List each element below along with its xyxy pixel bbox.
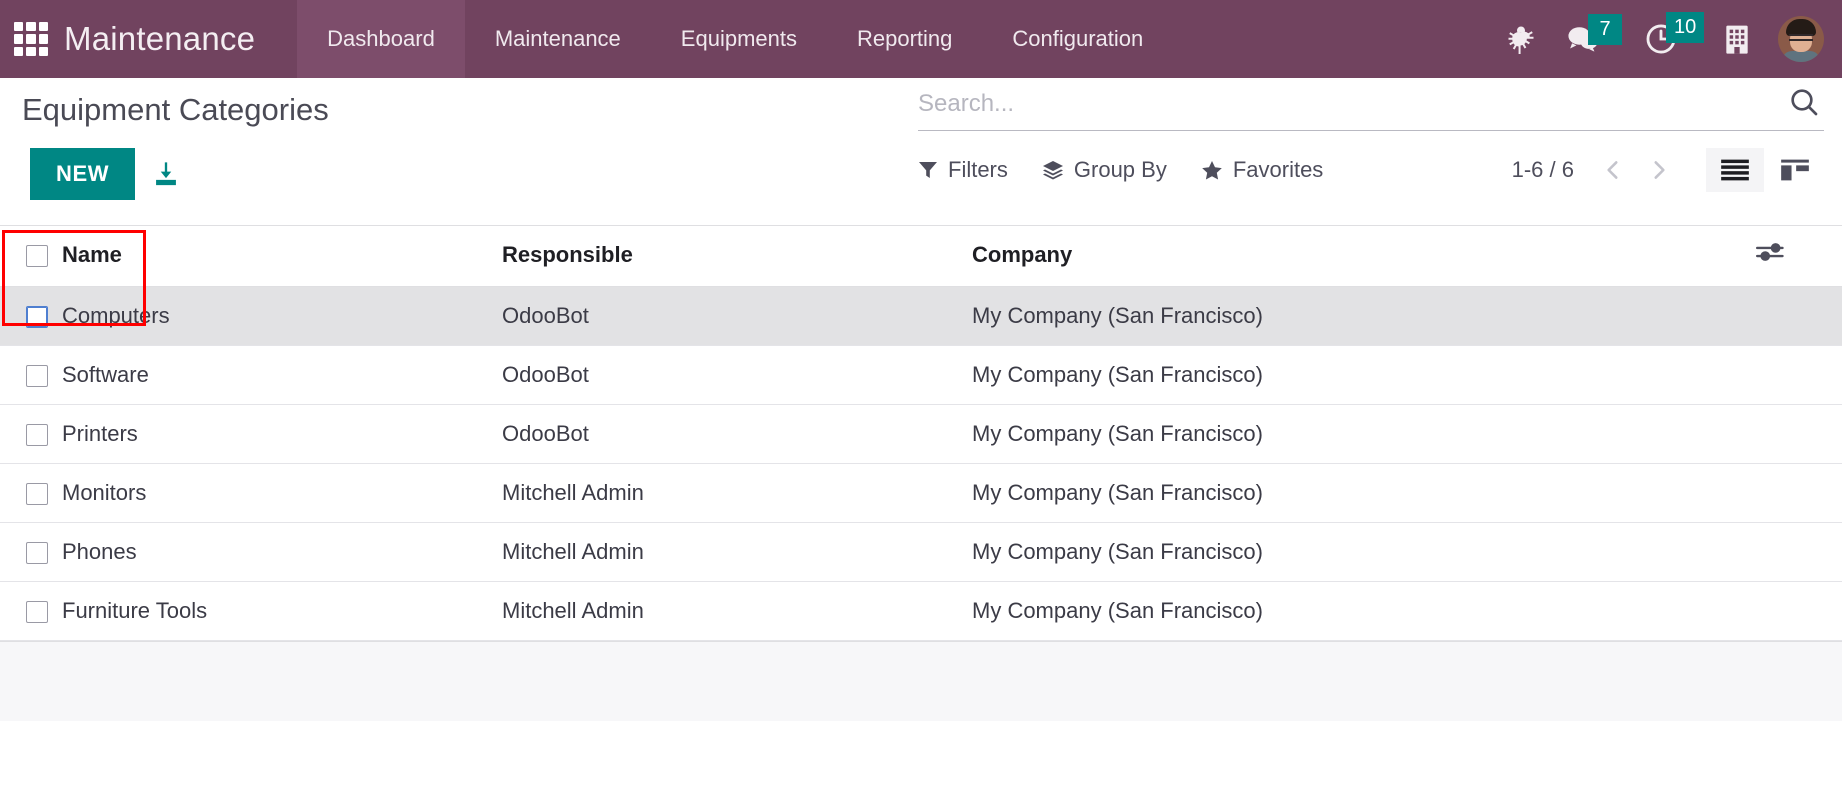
table-header: Name Responsible Company xyxy=(0,226,1842,287)
cell-spacer xyxy=(1756,286,1842,346)
cell-spacer xyxy=(1756,404,1842,464)
cell-company: My Company (San Francisco) xyxy=(972,463,1756,523)
table-header-row: Name Responsible Company xyxy=(0,226,1842,287)
search-bar[interactable] xyxy=(918,82,1824,131)
search-input[interactable] xyxy=(918,82,1784,122)
cell-spacer xyxy=(1756,463,1842,523)
nav-item-dashboard[interactable]: Dashboard xyxy=(297,0,465,78)
app-brand-title[interactable]: Maintenance xyxy=(64,20,255,58)
pager-next-button[interactable] xyxy=(1638,153,1680,187)
cell-name: Phones xyxy=(62,522,502,582)
row-checkbox-cell xyxy=(0,404,62,464)
navbar-systray: 7 10 xyxy=(1506,12,1842,62)
cell-responsible: OdooBot xyxy=(502,345,972,405)
row-checkbox-cell xyxy=(0,345,62,405)
table-footer xyxy=(0,641,1842,721)
apps-grid-icon[interactable] xyxy=(14,22,48,56)
cell-company: My Company (San Francisco) xyxy=(972,404,1756,464)
view-switcher xyxy=(1706,148,1824,192)
group-by-button[interactable]: Group By xyxy=(1042,157,1167,183)
filters-button[interactable]: Filters xyxy=(918,157,1008,183)
pager-text: 1-6 / 6 xyxy=(1511,157,1574,182)
pager-previous-button[interactable] xyxy=(1592,153,1634,187)
row-checkbox-cell xyxy=(0,581,62,641)
column-header-company[interactable]: Company xyxy=(972,226,1756,287)
table-row[interactable]: Printers OdooBot My Company (San Francis… xyxy=(0,404,1842,464)
company-building-icon[interactable] xyxy=(1722,23,1752,55)
group-by-label: Group By xyxy=(1073,157,1167,182)
filter-funnel-icon xyxy=(918,160,938,180)
main-menu: Dashboard Maintenance Equipments Reporti… xyxy=(297,0,1173,78)
control-panel-actions: NEW xyxy=(30,148,181,200)
control-panel: Equipment Categories NEW Search... Filte… xyxy=(0,78,1842,326)
messages-icon[interactable]: 7 xyxy=(1566,14,1622,54)
select-all-checkbox[interactable] xyxy=(26,245,48,268)
pager: 1-6 / 6 xyxy=(1512,148,1824,192)
favorites-button[interactable]: Favorites xyxy=(1201,157,1323,183)
activities-badge: 10 xyxy=(1666,12,1705,43)
activities-clock-icon[interactable]: 10 xyxy=(1644,12,1705,56)
row-checkbox-cell xyxy=(0,522,62,582)
optional-columns-header xyxy=(1756,226,1842,287)
page-title: Equipment Categories xyxy=(22,92,329,127)
search-area xyxy=(918,82,1824,131)
list-view-button[interactable] xyxy=(1706,148,1764,192)
cell-name: Furniture Tools xyxy=(62,581,502,641)
table-row[interactable]: Furniture Tools Mitchell Admin My Compan… xyxy=(0,581,1842,641)
import-download-icon[interactable] xyxy=(151,160,181,188)
favorites-label: Favorites xyxy=(1232,157,1324,182)
row-checkbox[interactable] xyxy=(26,306,48,329)
select-all-header xyxy=(0,226,62,287)
search-toolbar: Filters Group By Favorites 1-6 / 6 xyxy=(918,140,1824,200)
cell-name: Software xyxy=(62,345,502,405)
table-body: Computers OdooBot My Company (San Franci… xyxy=(0,286,1842,641)
equipment-categories-list: Name Responsible Company Computers OdooB… xyxy=(0,226,1842,721)
cell-spacer xyxy=(1756,345,1842,405)
cell-responsible: Mitchell Admin xyxy=(502,522,972,582)
list-table: Name Responsible Company Computers OdooB… xyxy=(0,226,1842,641)
table-row[interactable]: Phones Mitchell Admin My Company (San Fr… xyxy=(0,522,1842,582)
cell-name: Printers xyxy=(62,404,502,464)
cell-responsible: Mitchell Admin xyxy=(502,463,972,523)
table-row[interactable]: Software OdooBot My Company (San Francis… xyxy=(0,345,1842,405)
cell-company: My Company (San Francisco) xyxy=(972,581,1756,641)
kanban-view-button[interactable] xyxy=(1766,148,1824,192)
cell-company: My Company (San Francisco) xyxy=(972,345,1756,405)
row-checkbox-cell xyxy=(0,286,62,346)
sliders-icon[interactable] xyxy=(1756,240,1786,264)
cell-responsible: OdooBot xyxy=(502,286,972,346)
cell-responsible: OdooBot xyxy=(502,404,972,464)
cell-company: My Company (San Francisco) xyxy=(972,522,1756,582)
star-icon xyxy=(1201,160,1223,181)
row-checkbox[interactable] xyxy=(26,542,48,565)
messages-badge: 7 xyxy=(1588,14,1622,45)
nav-item-configuration[interactable]: Configuration xyxy=(982,0,1173,78)
new-button[interactable]: NEW xyxy=(30,148,136,200)
nav-item-maintenance[interactable]: Maintenance xyxy=(465,0,651,78)
cell-company: My Company (San Francisco) xyxy=(972,286,1756,346)
row-checkbox[interactable] xyxy=(26,424,48,447)
row-checkbox[interactable] xyxy=(26,601,48,624)
bug-icon[interactable] xyxy=(1506,24,1536,54)
column-header-responsible[interactable]: Responsible xyxy=(502,226,972,287)
row-checkbox[interactable] xyxy=(26,483,48,506)
cell-spacer xyxy=(1756,522,1842,582)
table-row[interactable]: Monitors Mitchell Admin My Company (San … xyxy=(0,463,1842,523)
layers-icon xyxy=(1042,160,1064,180)
user-avatar[interactable] xyxy=(1778,16,1824,62)
top-navbar: Maintenance Dashboard Maintenance Equipm… xyxy=(0,0,1842,78)
row-checkbox-cell xyxy=(0,463,62,523)
nav-item-equipments[interactable]: Equipments xyxy=(651,0,827,78)
row-checkbox[interactable] xyxy=(26,365,48,388)
column-header-name[interactable]: Name xyxy=(62,226,502,287)
table-row[interactable]: Computers OdooBot My Company (San Franci… xyxy=(0,286,1842,346)
nav-item-reporting[interactable]: Reporting xyxy=(827,0,982,78)
filters-label: Filters xyxy=(948,157,1008,182)
cell-spacer xyxy=(1756,581,1842,641)
cell-responsible: Mitchell Admin xyxy=(502,581,972,641)
cell-name: Monitors xyxy=(62,463,502,523)
search-icon[interactable] xyxy=(1784,86,1824,118)
cell-name: Computers xyxy=(62,286,502,346)
